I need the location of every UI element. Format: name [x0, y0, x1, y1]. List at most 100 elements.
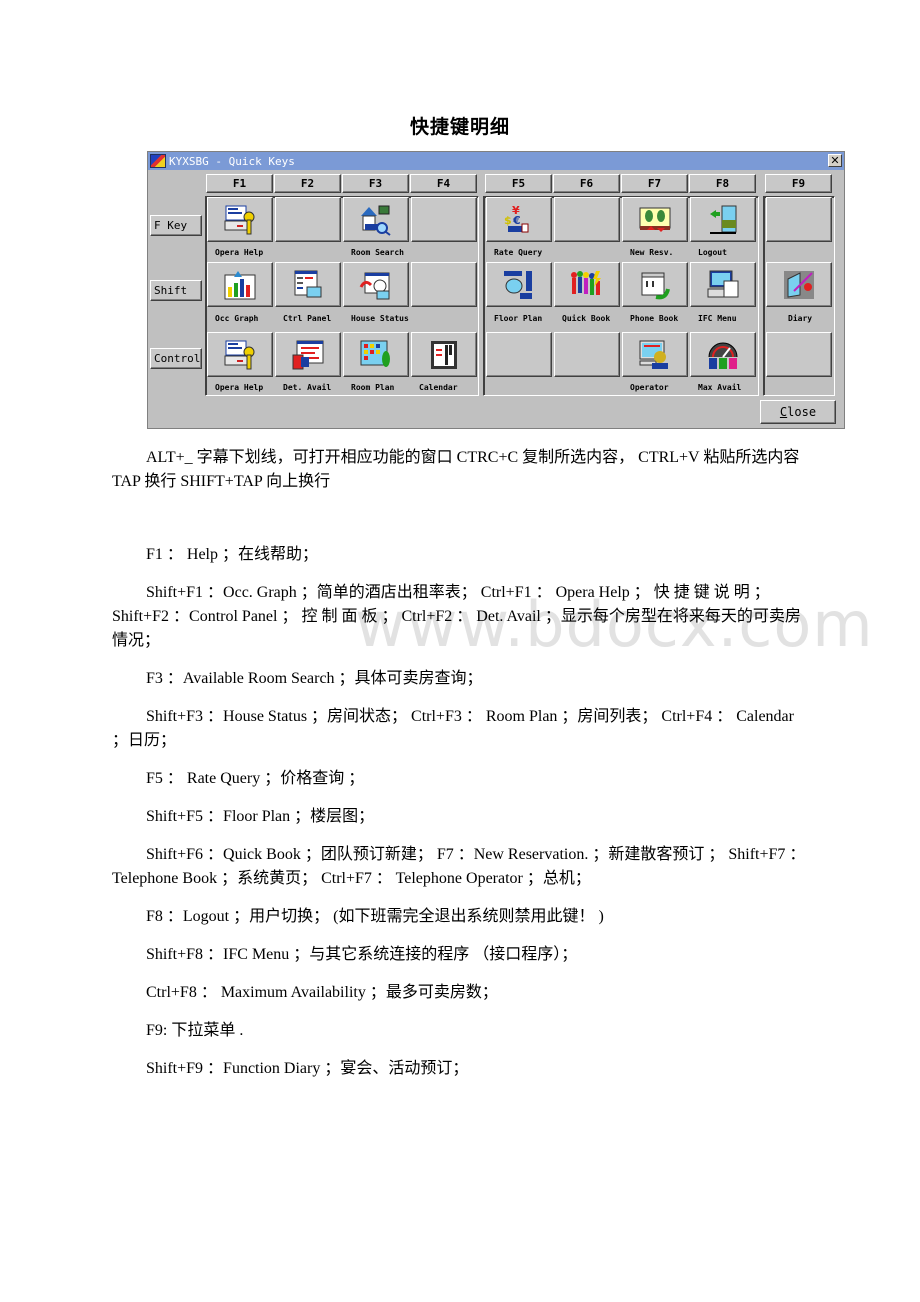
quick-keys-dialog: KYXSBG - Quick Keys ✕ F1 F2 F3 F4 F5 F6 …: [147, 151, 845, 429]
quick-key-control-f7[interactable]: [622, 332, 688, 377]
house-status-icon: [359, 269, 393, 301]
fkey-header-f4[interactable]: F4: [410, 174, 477, 193]
quick-key-control-f6[interactable]: [554, 332, 620, 377]
paragraph-shift-f8: Shift+F8 ：IFC Menu ；与其它系统连接的程序 （接口程序）；: [146, 946, 578, 963]
quick-key-label: Det. Avail: [283, 383, 332, 392]
room-plan-icon: [359, 339, 393, 371]
logout-icon: [706, 204, 740, 236]
diary-icon: [782, 269, 816, 301]
paragraph-f1: F1 ： Help ；在线帮助；: [146, 546, 319, 563]
quick-key-shift-f2[interactable]: [275, 262, 341, 307]
modifier-control-button[interactable]: Control: [150, 348, 202, 369]
fkey-header-f9[interactable]: F9: [765, 174, 832, 193]
quick-key-shift-f8[interactable]: [690, 262, 756, 307]
modifier-fkey-button[interactable]: F Key: [150, 215, 202, 236]
quick-key-label: Rate Query: [494, 248, 543, 257]
quick-key-label: Quick Book: [562, 314, 611, 323]
close-mnemonic: C: [779, 405, 788, 419]
quick-key-control-f5[interactable]: [486, 332, 552, 377]
quick-key-f-key-f3[interactable]: [343, 197, 409, 242]
document-title: 快捷键明细: [409, 116, 510, 138]
quick-key-f-key-f9[interactable]: [766, 197, 832, 242]
quick-key-f-key-f5[interactable]: ¥ $ €: [486, 197, 552, 242]
modifier-shift-button[interactable]: Shift: [150, 280, 202, 301]
det-avail-icon: [291, 339, 325, 371]
opera-help-icon: [223, 339, 257, 371]
fkey-header-f3[interactable]: F3: [342, 174, 409, 193]
occ-graph-icon: [223, 269, 257, 301]
quick-key-shift-f1[interactable]: [207, 262, 273, 307]
quick-key-f-key-f6[interactable]: [554, 197, 620, 242]
close-button[interactable]: Close: [760, 400, 836, 424]
quick-book-icon: [570, 269, 604, 301]
floor-plan-icon: [502, 269, 536, 301]
quick-key-f-key-f7[interactable]: [622, 197, 688, 242]
quick-key-control-f8[interactable]: [690, 332, 756, 377]
room-search-icon: [359, 204, 393, 236]
quick-key-label: Phone Book: [630, 314, 679, 323]
quick-key-label: Opera Help: [215, 383, 264, 392]
paragraph-shift-f1: Shift+F1 ：Occ. Graph ；简单的酒店出租率表； Ctrl+F1…: [112, 584, 801, 649]
fkey-header-f6[interactable]: F6: [553, 174, 620, 193]
paragraph-ctrl-f8: Ctrl+F8 ： Maximum Availability ；最多可卖房数；: [146, 984, 498, 1001]
quick-key-shift-f7[interactable]: [622, 262, 688, 307]
close-label: lose: [787, 405, 817, 419]
ifc-menu-icon: [706, 269, 740, 301]
paragraph-f8: F8 ：Logout ；用户切换； (如下班需完全退出系统则禁用此键！ ): [146, 908, 604, 925]
dialog-titlebar[interactable]: KYXSBG - Quick Keys ✕: [148, 152, 844, 170]
quick-key-label: Max Avail: [698, 383, 742, 392]
quick-key-f-key-f1[interactable]: [207, 197, 273, 242]
opera-help-icon: [223, 204, 257, 236]
quick-key-label: Ctrl Panel: [283, 314, 332, 323]
close-icon[interactable]: ✕: [828, 154, 842, 167]
ctrl-panel-icon: [291, 269, 325, 301]
quick-key-control-f2[interactable]: [275, 332, 341, 377]
quick-key-control-f4[interactable]: [411, 332, 477, 377]
quick-key-f-key-f4[interactable]: [411, 197, 477, 242]
fkey-header-f2[interactable]: F2: [274, 174, 341, 193]
quick-key-label: Diary: [788, 314, 813, 323]
fkey-header-f7[interactable]: F7: [621, 174, 688, 193]
quick-key-shift-f9[interactable]: [766, 262, 832, 307]
quick-key-label: New Resv.: [630, 248, 674, 257]
fkey-header-f8[interactable]: F8: [689, 174, 756, 193]
quick-key-shift-f6[interactable]: [554, 262, 620, 307]
quick-key-f-key-f8[interactable]: [690, 197, 756, 242]
operator-icon: [638, 339, 672, 371]
quick-key-label: House Status: [351, 314, 409, 323]
rate-query-icon: ¥ $ €: [502, 204, 536, 236]
paragraph-f5: F5 ： Rate Query ；价格查询 ；: [146, 770, 365, 787]
new-reservation-icon: [638, 204, 672, 236]
phone-book-icon: [638, 269, 672, 301]
quick-key-label: Operator: [630, 383, 669, 392]
paragraph-shift-f9: Shift+F9 ：Function Diary ；宴会、活动预订；: [146, 1060, 469, 1077]
fkey-header-f1[interactable]: F1: [206, 174, 273, 193]
quick-key-label: Floor Plan: [494, 314, 543, 323]
max-avail-icon: [706, 339, 740, 371]
quick-key-control-f9[interactable]: [766, 332, 832, 377]
svg-text:$: $: [504, 214, 512, 227]
window-title: KYXSBG - Quick Keys: [169, 154, 295, 168]
quick-key-shift-f3[interactable]: [343, 262, 409, 307]
quick-key-label: Calendar: [419, 383, 458, 392]
quick-key-label: Occ Graph: [215, 314, 259, 323]
paragraph-intro: ALT+_ 字幕下划线，可打开相应功能的窗口 CTRC+C 复制所选内容， CT…: [112, 449, 800, 490]
paragraph-shift-f5: Shift+F5 ：Floor Plan ；楼层图；: [146, 808, 375, 825]
paragraph-f3: F3 ：Available Room Search ；具体可卖房查询；: [146, 670, 483, 687]
app-icon: [150, 154, 166, 168]
quick-key-label: Logout: [698, 248, 727, 257]
quick-key-shift-f5[interactable]: [486, 262, 552, 307]
calendar-icon: [427, 339, 461, 371]
quick-key-f-key-f2[interactable]: [275, 197, 341, 242]
paragraph-f9: F9: 下拉菜单 .: [146, 1022, 244, 1039]
quick-key-label: Opera Help: [215, 248, 264, 257]
quick-key-label: IFC Menu: [698, 314, 737, 323]
quick-key-label: Room Plan: [351, 383, 395, 392]
fkey-header-f5[interactable]: F5: [485, 174, 552, 193]
quick-key-control-f3[interactable]: [343, 332, 409, 377]
quick-key-control-f1[interactable]: [207, 332, 273, 377]
paragraph-shift-f3: Shift+F3 ：House Status ；房间状态； Ctrl+F3 ： …: [112, 708, 794, 749]
quick-key-shift-f4[interactable]: [411, 262, 477, 307]
svg-text:€: €: [512, 214, 521, 227]
paragraph-shift-f6: Shift+F6 ：Quick Book ；团队预订新建； F7 ：New Re…: [112, 846, 806, 887]
